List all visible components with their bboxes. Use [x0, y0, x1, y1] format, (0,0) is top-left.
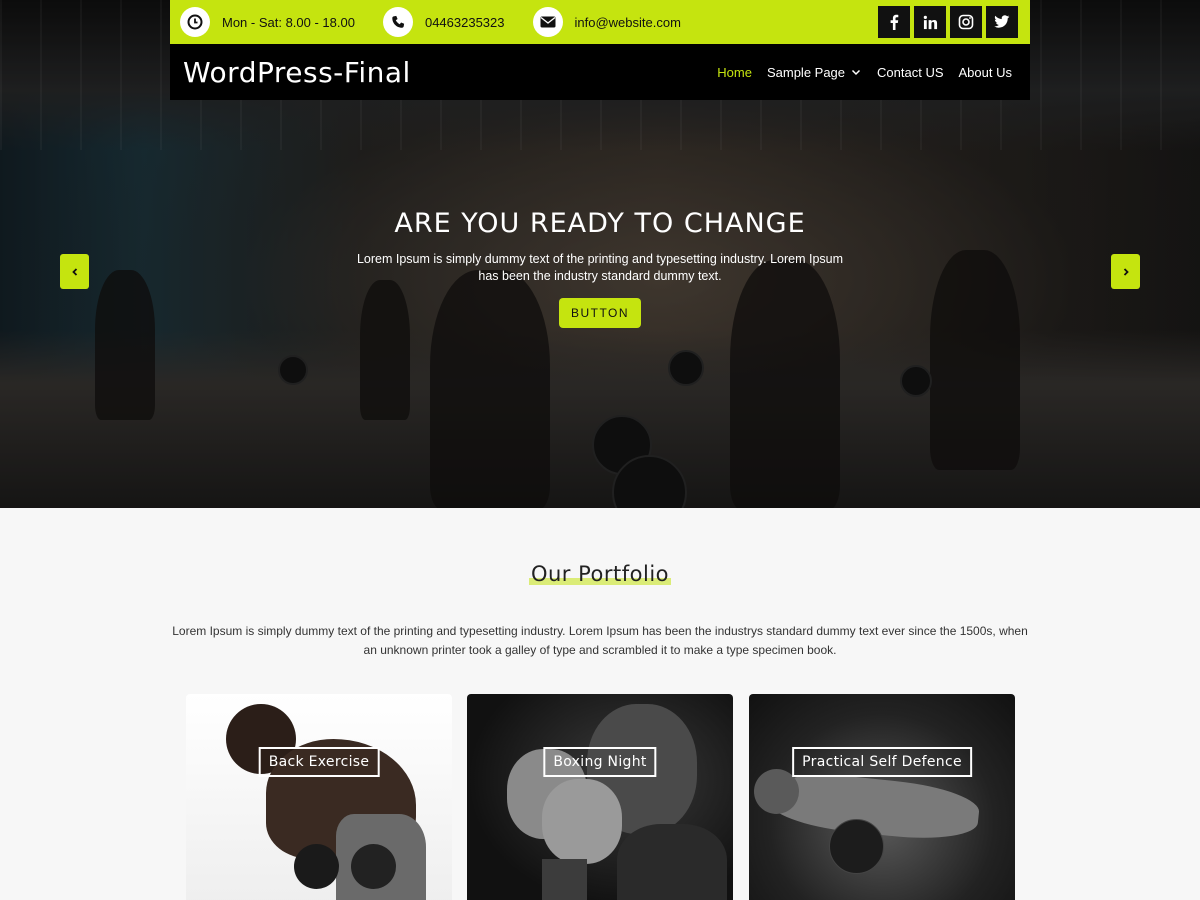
top-info-bar: Mon - Sat: 8.00 - 18.00 04463235323 info…	[170, 0, 1030, 44]
portfolio-section: Our Portfolio Lorem Ipsum is simply dumm…	[0, 508, 1200, 900]
card-label: Back Exercise	[258, 747, 380, 777]
card-label: Boxing Night	[543, 747, 657, 777]
hero-text: Lorem Ipsum is simply dummy text of the …	[356, 252, 844, 283]
menu-item-about[interactable]: About Us	[959, 65, 1012, 80]
twitter-icon[interactable]	[986, 6, 1018, 38]
email-info[interactable]: info@website.com	[532, 7, 693, 37]
boxing-glove-photo	[542, 779, 622, 864]
hero-button[interactable]: BUTTON	[558, 298, 642, 328]
portfolio-title-wrap: Our Portfolio	[0, 562, 1200, 586]
hero-caption: ARE YOU READY TO CHANGE Lorem Ipsum is s…	[0, 208, 1200, 328]
menu-item-home[interactable]: Home	[717, 65, 752, 80]
phone-info[interactable]: 04463235323	[382, 7, 517, 37]
medicine-ball-photo	[829, 819, 884, 874]
main-navbar: WordPress-Final Home Sample Page Contact…	[170, 44, 1030, 100]
hero-title: ARE YOU READY TO CHANGE	[394, 208, 806, 239]
portfolio-title: Our Portfolio	[528, 562, 672, 586]
social-links	[878, 6, 1018, 38]
portfolio-card-back-exercise[interactable]: Back Exercise	[186, 694, 452, 900]
boxer-photo	[617, 824, 727, 900]
dumbbell-photo	[294, 844, 339, 889]
site-logo[interactable]: WordPress-Final	[183, 56, 411, 89]
instagram-icon[interactable]	[950, 6, 982, 38]
hours-text: Mon - Sat: 8.00 - 18.00	[222, 14, 355, 30]
linkedin-icon[interactable]	[914, 6, 946, 38]
portfolio-card-self-defence[interactable]: Practical Self Defence	[749, 694, 1015, 900]
facebook-icon[interactable]	[878, 6, 910, 38]
phone-text[interactable]: 04463235323	[425, 15, 505, 30]
portfolio-card-boxing-night[interactable]: Boxing Night	[467, 694, 733, 900]
chevron-right-icon	[1123, 267, 1129, 276]
portfolio-description: Lorem Ipsum is simply dummy text of the …	[172, 624, 1028, 657]
envelope-icon	[532, 7, 563, 37]
slider-next-button[interactable]	[1111, 254, 1140, 289]
menu-item-label: Sample Page	[766, 64, 846, 80]
card-label: Practical Self Defence	[792, 747, 972, 777]
dumbbell-photo	[351, 844, 396, 889]
slider-prev-button[interactable]	[60, 254, 89, 289]
menu-item-contact[interactable]: Contact US	[877, 65, 943, 80]
email-text[interactable]: info@website.com	[575, 15, 681, 30]
hours-info: Mon - Sat: 8.00 - 18.00	[180, 7, 367, 37]
clock-icon	[180, 7, 210, 37]
boxing-glove-photo	[542, 859, 587, 900]
menu-item-sample-page[interactable]: Sample Page	[767, 65, 862, 80]
chevron-left-icon	[71, 267, 77, 276]
phone-icon	[382, 7, 413, 37]
main-menu: Home Sample Page Contact US About Us	[717, 44, 1012, 100]
chevron-down-icon	[852, 69, 861, 76]
